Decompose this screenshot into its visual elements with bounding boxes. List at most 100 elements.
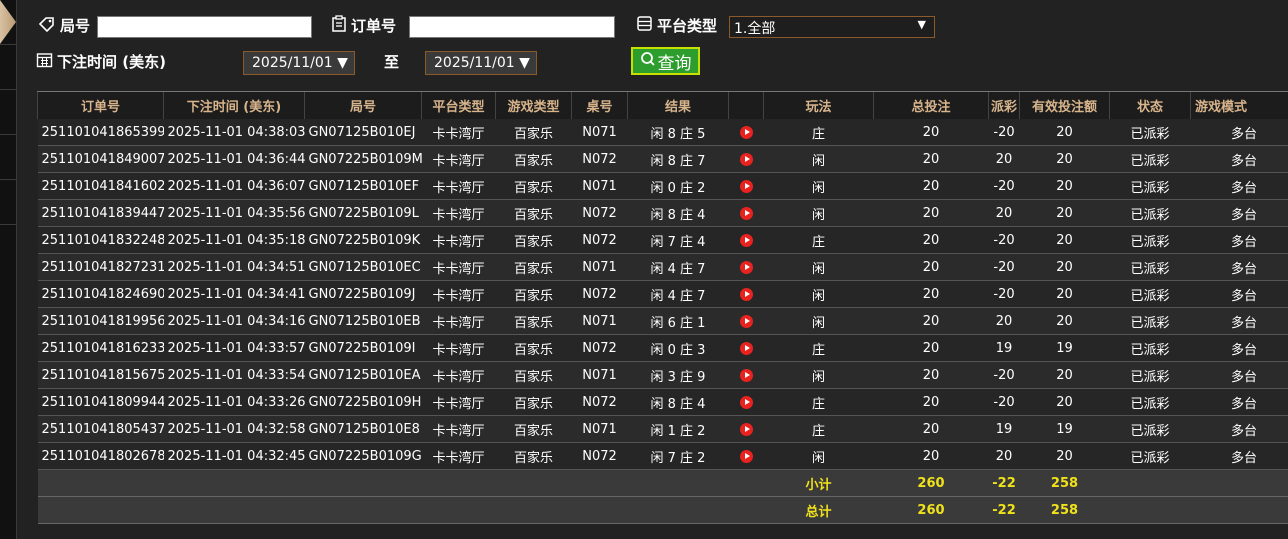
date-to-picker[interactable]: 2025/11/01 ▼: [425, 51, 537, 75]
time-cell: 2025-11-01 04:32:58: [163, 415, 305, 443]
round-cell: GN07225B0109M: [304, 145, 422, 173]
mode-cell: 多台: [1190, 119, 1288, 146]
table-row[interactable]: 251101041824690 2025-11-01 04:34:41 GN0722…: [37, 280, 1288, 308]
bet-records-table: 订单号 下注时间 (美东) 局号 平台类型 游戏类型 桌号 结果 玩法 总投注 …: [37, 91, 1288, 524]
date-from-picker[interactable]: 2025/11/01 ▼: [243, 51, 355, 75]
video-cell[interactable]: [728, 388, 764, 416]
header-cell[interactable]: 玩法: [763, 91, 874, 119]
play-video-icon[interactable]: [739, 395, 753, 409]
game-cell: 百家乐: [495, 442, 572, 470]
play-video-icon[interactable]: [739, 287, 753, 301]
video-cell[interactable]: [728, 415, 764, 443]
summary-cell: [571, 469, 628, 497]
platform-cell: 卡卡湾厅: [421, 199, 496, 227]
order-label: 订单号: [331, 15, 396, 36]
table-row[interactable]: 251101041819956 2025-11-01 04:34:16 GN0712…: [37, 307, 1288, 335]
table-row[interactable]: 251101041839447 2025-11-01 04:35:56 GN0722…: [37, 199, 1288, 227]
video-cell[interactable]: [728, 334, 764, 362]
order-input[interactable]: [409, 16, 615, 38]
status-cell: 已派彩: [1109, 388, 1191, 416]
header-cell[interactable]: 游戏类型: [495, 91, 572, 119]
header-cell[interactable]: 订单号: [37, 91, 164, 119]
header-cell[interactable]: 总投注: [873, 91, 989, 119]
table-header-row: 订单号 下注时间 (美东) 局号 平台类型 游戏类型 桌号 结果 玩法 总投注 …: [37, 91, 1288, 119]
header-cell[interactable]: 局号: [304, 91, 422, 119]
table-cell: N072: [571, 226, 628, 254]
header-cell[interactable]: 派彩: [988, 91, 1020, 119]
platform-select[interactable]: 1.全部 ▼: [729, 16, 935, 38]
table-row[interactable]: 251101041815675 2025-11-01 04:33:54 GN0712…: [37, 361, 1288, 389]
play-video-icon[interactable]: [739, 206, 753, 220]
table-row[interactable]: 251101041841602 2025-11-01 04:36:07 GN0712…: [37, 172, 1288, 200]
query-button[interactable]: 查询: [631, 47, 700, 75]
header-cell[interactable]: 游戏模式: [1190, 91, 1288, 119]
time-cell: 2025-11-01 04:34:16: [163, 307, 305, 335]
round-input[interactable]: [97, 16, 312, 38]
payout-cell: -20: [988, 253, 1020, 281]
chevron-down-icon: ▼: [337, 55, 348, 71]
summary-cell: -22: [988, 469, 1020, 497]
filter-bar: 局号 订单号 平台类型 1.全部 ▼ 下注时间 (美东) 2025/11/01 …: [36, 14, 1288, 84]
video-cell[interactable]: [728, 442, 764, 470]
table-row[interactable]: 251101041802678 2025-11-01 04:32:45 GN0722…: [37, 442, 1288, 470]
header-cell[interactable]: 桌号: [571, 91, 628, 119]
play-video-icon[interactable]: [739, 233, 753, 247]
table-cell: N071: [571, 415, 628, 443]
header-cell[interactable]: 状态: [1109, 91, 1191, 119]
table-row[interactable]: 251101041827231 2025-11-01 04:34:51 GN0712…: [37, 253, 1288, 281]
header-cell[interactable]: 下注时间 (美东): [163, 91, 305, 119]
video-cell[interactable]: [728, 199, 764, 227]
play-video-icon[interactable]: [739, 449, 753, 463]
play-video-icon[interactable]: [739, 422, 753, 436]
header-cell[interactable]: 结果: [627, 91, 729, 119]
play-video-icon[interactable]: [739, 152, 753, 166]
header-cell[interactable]: 有效投注额: [1019, 91, 1110, 119]
platform-cell: 卡卡湾厅: [421, 307, 496, 335]
table-row[interactable]: 251101041832248 2025-11-01 04:35:18 GN0722…: [37, 226, 1288, 254]
table-row[interactable]: 251101041816233 2025-11-01 04:33:57 GN0722…: [37, 334, 1288, 362]
game-cell: 百家乐: [495, 415, 572, 443]
video-cell[interactable]: [728, 172, 764, 200]
play-type-cell: 庄: [763, 388, 874, 416]
video-cell[interactable]: [728, 307, 764, 335]
sidebar-item[interactable]: [0, 134, 16, 180]
video-cell[interactable]: [728, 226, 764, 254]
video-cell[interactable]: [728, 145, 764, 173]
platform-cell: 卡卡湾厅: [421, 334, 496, 362]
sidebar-active-tab[interactable]: [0, 0, 16, 44]
play-video-icon[interactable]: [739, 260, 753, 274]
table-row[interactable]: 251101041805437 2025-11-01 04:32:58 GN0712…: [37, 415, 1288, 443]
result-cell: 闲 0 庄 3: [627, 334, 729, 362]
game-cell: 百家乐: [495, 199, 572, 227]
table-row[interactable]: 251101041849007 2025-11-01 04:36:44 GN0722…: [37, 145, 1288, 173]
sidebar-item[interactable]: [0, 89, 16, 135]
sidebar-item[interactable]: [0, 44, 16, 90]
header-cell[interactable]: 平台类型: [421, 91, 496, 119]
calendar-icon: [36, 51, 53, 72]
video-cell[interactable]: [728, 361, 764, 389]
table-cell: N072: [571, 280, 628, 308]
time-cell: 2025-11-01 04:33:26: [163, 388, 305, 416]
summary-cell: [421, 469, 496, 497]
play-video-icon[interactable]: [739, 125, 753, 139]
play-video-icon[interactable]: [739, 341, 753, 355]
status-cell: 已派彩: [1109, 334, 1191, 362]
sidebar-item[interactable]: [0, 179, 16, 225]
play-video-icon[interactable]: [739, 368, 753, 382]
summary-cell: [1190, 469, 1288, 497]
play-video-icon[interactable]: [739, 314, 753, 328]
play-type-cell: 闲: [763, 442, 874, 470]
table-cell: N071: [571, 307, 628, 335]
video-cell[interactable]: [728, 253, 764, 281]
table-row[interactable]: 251101041865399 2025-11-01 04:38:03 GN0712…: [37, 119, 1288, 146]
result-cell: 闲 4 庄 7: [627, 280, 729, 308]
status-cell: 已派彩: [1109, 253, 1191, 281]
video-cell[interactable]: [728, 280, 764, 308]
play-video-icon[interactable]: [739, 179, 753, 193]
time-cell: 2025-11-01 04:35:56: [163, 199, 305, 227]
video-cell[interactable]: [728, 119, 764, 146]
table-row[interactable]: 251101041809944 2025-11-01 04:33:26 GN0722…: [37, 388, 1288, 416]
game-cell: 百家乐: [495, 172, 572, 200]
payout-cell: 19: [988, 334, 1020, 362]
server-icon: [636, 15, 653, 36]
